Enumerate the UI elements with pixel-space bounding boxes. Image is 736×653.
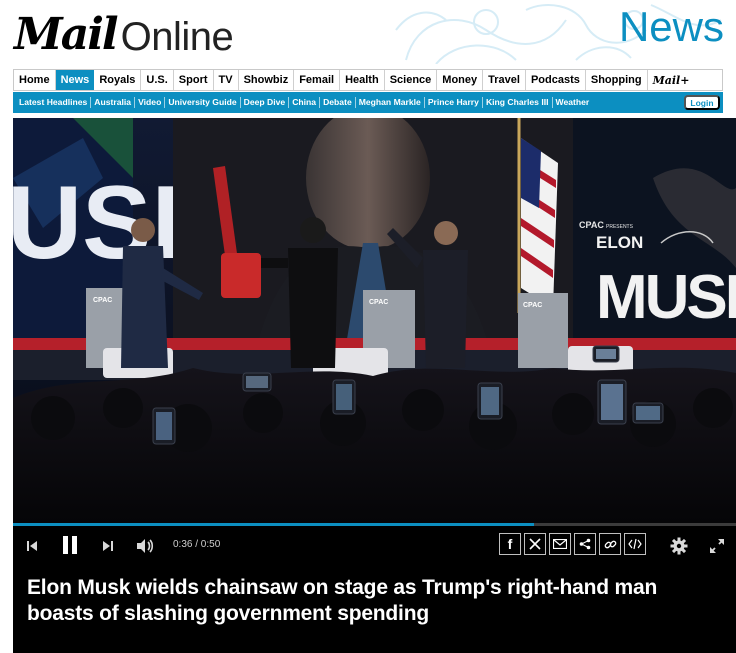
nav-item-showbiz[interactable]: Showbiz	[239, 70, 295, 90]
nav-item-news[interactable]: News	[55, 70, 95, 90]
screen-cpac-label: CPAC	[579, 220, 604, 230]
nav-item-femail[interactable]: Femail	[294, 70, 341, 90]
nav-item-shopping[interactable]: Shopping	[586, 70, 648, 90]
screen-cpac-presents: PRESENTS	[606, 224, 634, 230]
next-icon	[103, 541, 113, 551]
time-display: 0:36 / 0:50	[173, 539, 221, 550]
video-headline[interactable]: Elon Musk wields chainsaw on stage as Tr…	[27, 575, 722, 627]
email-share-button[interactable]	[549, 533, 571, 555]
pause-icon	[63, 536, 77, 554]
subnav-item-australia[interactable]: Australia	[91, 97, 136, 108]
primary-nav: Home News Royals U.S. Sport TV Showbiz F…	[13, 69, 723, 91]
nav-item-tv[interactable]: TV	[214, 70, 239, 90]
player-controls: 0:36 / 0:50 f	[13, 523, 736, 568]
pause-button[interactable]	[57, 532, 83, 558]
subnav-item-china[interactable]: China	[289, 97, 321, 108]
volume-button[interactable]	[133, 534, 157, 558]
video-scene: USK CPAC PRESENTS ELON MUSK CPAC CPAC	[13, 118, 736, 523]
fullscreen-button[interactable]	[705, 534, 729, 558]
previous-button[interactable]	[21, 535, 43, 557]
nav-item-mail-plus[interactable]: Mail+	[648, 70, 695, 90]
subnav-item-debate[interactable]: Debate	[320, 97, 356, 108]
nav-item-money[interactable]: Money	[437, 70, 484, 90]
nav-item-sport[interactable]: Sport	[174, 70, 214, 90]
section-title[interactable]: News	[619, 6, 724, 48]
nav-item-podcasts[interactable]: Podcasts	[526, 70, 586, 90]
settings-button[interactable]	[667, 534, 691, 558]
nav-item-us[interactable]: U.S.	[141, 70, 174, 90]
subnav-item-prince-harry[interactable]: Prince Harry	[425, 97, 483, 108]
subnav-item-weather[interactable]: Weather	[553, 97, 593, 108]
nav-item-science[interactable]: Science	[385, 70, 438, 90]
copy-link-button[interactable]	[599, 533, 621, 555]
podium-label-center: CPAC	[369, 299, 388, 306]
podium-label-right: CPAC	[523, 302, 542, 309]
screen-text-surname: MUSK	[596, 263, 736, 332]
subnav-item-university-guide[interactable]: University Guide	[165, 97, 241, 108]
nav-item-health[interactable]: Health	[340, 70, 385, 90]
video-caption: Elon Musk wields chainsaw on stage as Tr…	[13, 568, 736, 653]
embed-icon	[628, 538, 642, 550]
video-frame[interactable]: USK CPAC PRESENTS ELON MUSK CPAC CPAC	[13, 118, 736, 523]
logo-online-text: Online	[120, 15, 234, 59]
podium-label-left: CPAC	[93, 297, 112, 304]
nav-item-travel[interactable]: Travel	[483, 70, 526, 90]
facebook-icon: f	[507, 536, 513, 552]
masthead: Mail Online News	[0, 0, 736, 64]
embed-button[interactable]	[624, 533, 646, 555]
previous-icon	[27, 541, 37, 551]
login-button[interactable]: Login	[684, 95, 720, 110]
share-buttons: f	[499, 533, 646, 555]
subnav-item-video[interactable]: Video	[135, 97, 166, 108]
subnav-item-meghan-markle[interactable]: Meghan Markle	[356, 97, 425, 108]
nav-item-royals[interactable]: Royals	[94, 70, 142, 90]
link-icon	[604, 540, 616, 548]
email-icon	[553, 539, 567, 549]
x-icon	[529, 538, 541, 550]
volume-icon	[137, 539, 154, 553]
nav-item-home[interactable]: Home	[14, 70, 56, 90]
share-button[interactable]	[574, 533, 596, 555]
next-button[interactable]	[97, 535, 119, 557]
screen-text-name: ELON	[596, 233, 643, 252]
progress-bar[interactable]	[13, 523, 736, 526]
progress-fill	[13, 523, 534, 526]
subnav-item-deep-dive[interactable]: Deep Dive	[241, 97, 290, 108]
subnav-item-latest-headlines[interactable]: Latest Headlines	[16, 97, 92, 108]
secondary-nav: Latest Headlines Australia Video Univers…	[13, 92, 723, 113]
fullscreen-icon	[710, 539, 724, 553]
x-share-button[interactable]	[524, 533, 546, 555]
settings-icon	[670, 537, 688, 555]
site-logo[interactable]: Mail Online	[14, 7, 234, 60]
subnav-item-king-charles[interactable]: King Charles III	[483, 97, 553, 108]
facebook-share-button[interactable]: f	[499, 533, 521, 555]
share-icon	[579, 538, 591, 550]
logo-mail-text: Mail	[14, 9, 119, 60]
